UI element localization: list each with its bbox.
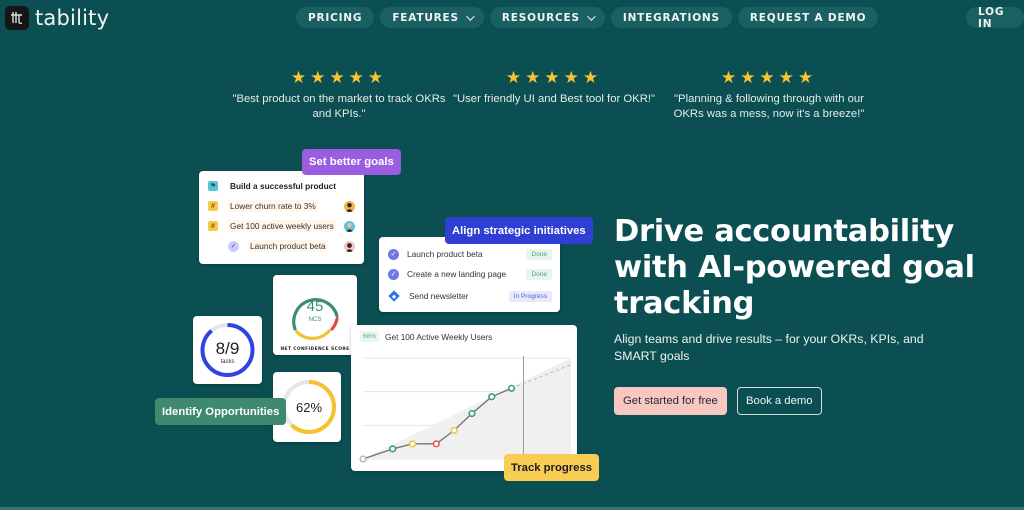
testimonial-quote: "Best product on the market to track OKR… (232, 93, 446, 120)
identify-opportunities-tag: Identify Opportunities (155, 398, 287, 425)
data-point (507, 384, 516, 392)
hash-icon: # (208, 221, 218, 231)
testimonial: ★★★★★ "Best product on the market to tra… (229, 68, 449, 122)
avatar (344, 220, 355, 232)
nav-label: REQUEST A DEMO (749, 11, 867, 24)
nav-label: RESOURCES (501, 11, 580, 24)
progress-chart-card: 68% Get 100 Active Weekly Users (351, 325, 577, 471)
book-demo-button[interactable]: Book a demo (737, 387, 822, 415)
chevron-down-icon (587, 11, 596, 21)
hero-subtitle: Align teams and drive results – for your… (614, 332, 924, 363)
data-point (450, 426, 458, 434)
align-initiatives-tag: Align strategic initiatives (445, 217, 593, 244)
testimonial: ★★★★★ "User friendly UI and Best tool fo… (444, 68, 664, 107)
nav-integrations[interactable]: INTEGRATIONS (610, 7, 732, 28)
testimonial-quote: "Planning & following through with our O… (673, 93, 865, 120)
ncs-caption: NET CONFIDENCE SCORE (280, 346, 349, 352)
ncs-card: 45 NCS NET CONFIDENCE SCORE (273, 275, 357, 355)
initiative-label: Create a new landing page (407, 269, 507, 279)
hash-icon: # (208, 201, 218, 211)
avatar (344, 200, 355, 212)
nav-request-demo[interactable]: REQUEST A DEMO (737, 7, 879, 28)
initiative-label: Launch product beta (407, 249, 483, 259)
initiative-row: Send newsletter In Progress (388, 289, 552, 303)
initiatives-card: ✓ Launch product beta Done ✓ Create a ne… (379, 237, 560, 312)
data-point (488, 393, 496, 401)
main-nav: PRICING FEATURES RESOURCES INTEGRATIONS … (296, 7, 879, 28)
progress-line-chart (359, 356, 572, 463)
goal-label: Launch product beta (248, 240, 328, 252)
goals-card: ⚑ Build a successful product # Lower chu… (199, 171, 364, 264)
tability-logo-icon (5, 6, 29, 30)
goal-label: Lower churn rate to 3% (228, 200, 318, 212)
star-rating-icon: ★★★★★ (505, 68, 603, 87)
check-icon: ✓ (228, 240, 239, 252)
jira-icon (388, 290, 400, 302)
brand-name: tability (35, 6, 110, 30)
nav-label: PRICING (308, 11, 363, 24)
goal-label: Get 100 active weekly users (228, 220, 336, 232)
avatar (344, 240, 355, 252)
initiative-row: ✓ Launch product beta Done (388, 247, 552, 261)
star-rating-icon: ★★★★★ (720, 68, 818, 87)
get-started-button[interactable]: Get started for free (614, 387, 727, 415)
logo[interactable]: tability (5, 6, 109, 30)
target-band (363, 358, 571, 459)
testimonial: ★★★★★ "Planning & following through with… (659, 68, 879, 122)
nav-label: FEATURES (392, 11, 459, 24)
testimonial-quote: "User friendly UI and Best tool for OKR!… (452, 93, 656, 105)
initiative-row: ✓ Create a new landing page Done (388, 267, 552, 281)
hero-title: Drive accountability with AI-powered goa… (614, 214, 975, 321)
ncs-gauge: 45 NCS NET CONFIDENCE SCORE (280, 298, 349, 352)
data-point (468, 409, 476, 418)
ncs-unit: NCS (309, 317, 322, 323)
nav-label: INTEGRATIONS (622, 11, 720, 24)
initiative-label: Send newsletter (409, 291, 469, 301)
data-point (432, 440, 440, 448)
percent-value: 62% (296, 400, 322, 415)
data-point (359, 455, 367, 463)
tasks-card: 8/9 tasks (193, 316, 262, 384)
set-better-goals-tag: Set better goals (302, 149, 401, 175)
tasks-caption: tasks (220, 359, 234, 365)
check-icon: ✓ (388, 268, 399, 280)
status-badge: In Progress (508, 290, 552, 302)
data-point (408, 440, 417, 448)
goal-label: Build a successful product (230, 181, 337, 191)
ncs-value: 45 (307, 298, 324, 315)
goal-row: # Get 100 active weekly users (208, 219, 356, 233)
status-badge: Done (526, 268, 552, 280)
tasks-ring: 8/9 tasks (200, 323, 255, 377)
goal-row: # Lower churn rate to 3% (208, 199, 356, 213)
login-label: LOG IN (978, 5, 1005, 30)
goal-row: ✓ Launch product beta (228, 239, 356, 253)
tasks-value: 8/9 (216, 339, 240, 358)
nav-pricing[interactable]: PRICING (296, 7, 375, 28)
login-button[interactable]: LOG IN (966, 5, 1024, 30)
nav-features[interactable]: FEATURES (380, 7, 484, 28)
nav-resources[interactable]: RESOURCES (489, 7, 605, 28)
flag-icon: ⚑ (208, 181, 218, 191)
check-icon: ✓ (388, 248, 399, 260)
goal-row: ⚑ Build a successful product (208, 179, 356, 193)
star-rating-icon: ★★★★★ (290, 68, 388, 87)
data-point (389, 445, 397, 453)
status-badge: Done (526, 248, 552, 260)
chevron-down-icon (466, 11, 475, 21)
track-progress-tag: Track progress (504, 454, 600, 481)
